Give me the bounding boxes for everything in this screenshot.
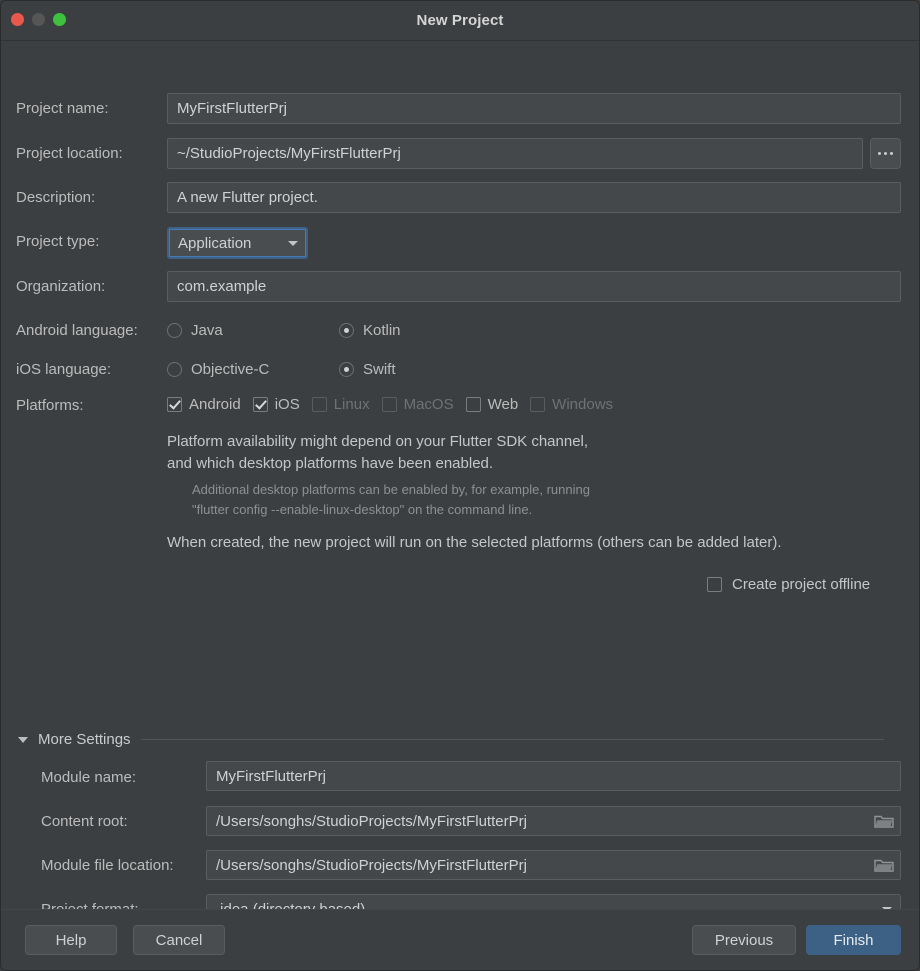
dialog-footer: Help Cancel Previous Finish	[0, 909, 920, 971]
more-settings-title: More Settings	[38, 731, 131, 748]
window-title: New Project	[416, 11, 504, 29]
title-bar: New Project	[0, 0, 920, 41]
finish-button[interactable]: Finish	[806, 925, 901, 955]
radio-selected-icon	[339, 362, 354, 377]
radio-label: Java	[191, 322, 223, 339]
folder-icon[interactable]	[874, 857, 894, 873]
radio-selected-icon	[339, 323, 354, 338]
radio-android-java[interactable]: Java	[167, 322, 223, 339]
close-button[interactable]	[11, 13, 24, 26]
more-settings-header[interactable]: More Settings	[18, 731, 902, 748]
project-type-select[interactable]: Application	[167, 227, 308, 259]
checkbox-label: MacOS	[403, 396, 454, 413]
checkbox-icon	[381, 397, 397, 412]
module-file-location-label: Module file location:	[41, 857, 174, 874]
organization-value: com.example	[177, 278, 267, 295]
description-label: Description:	[16, 189, 96, 206]
section-divider	[140, 739, 884, 740]
platforms-group: Android iOS Linux MacOS Web Windows	[167, 396, 613, 413]
checkbox-label: Android	[189, 396, 241, 413]
checkbox-platform-web[interactable]: Web	[465, 396, 519, 413]
radio-android-kotlin[interactable]: Kotlin	[339, 322, 401, 339]
organization-input[interactable]: com.example	[167, 271, 901, 302]
content-root-value: /Users/songhs/StudioProjects/MyFirstFlut…	[216, 812, 527, 830]
radio-label: Objective-C	[191, 361, 270, 378]
radio-ios-objective-c[interactable]: Objective-C	[167, 361, 269, 378]
checkbox-checked-icon	[252, 397, 268, 412]
new-project-dialog: New Project Project name: MyFirstFlutter…	[0, 0, 920, 971]
checkbox-icon	[707, 577, 722, 592]
project-name-input[interactable]: MyFirstFlutterPrj	[167, 93, 901, 124]
module-file-location-input[interactable]: /Users/songhs/StudioProjects/MyFirstFlut…	[206, 850, 901, 880]
checkbox-label: iOS	[274, 396, 300, 413]
cancel-button[interactable]: Cancel	[133, 925, 225, 955]
content-root-input[interactable]: /Users/songhs/StudioProjects/MyFirstFlut…	[206, 806, 901, 836]
window-controls	[11, 13, 66, 26]
chevron-down-icon	[288, 240, 298, 246]
checkbox-label: Windows	[552, 396, 614, 413]
checkbox-label: Web	[487, 396, 519, 413]
checkbox-platform-macos: MacOS	[381, 396, 454, 413]
project-location-label: Project location:	[16, 145, 123, 162]
platform-availability-note: Platform availability might depend on yo…	[167, 433, 589, 472]
checkbox-create-project-offline[interactable]: Create project offline	[707, 576, 870, 593]
project-name-label: Project name:	[16, 100, 109, 117]
checkbox-icon	[465, 397, 481, 412]
dialog-body: Project name: MyFirstFlutterPrj Project …	[0, 41, 920, 925]
project-type-label: Project type:	[16, 233, 100, 250]
radio-icon	[167, 323, 182, 338]
minimize-button[interactable]	[32, 13, 45, 26]
module-file-location-value: /Users/songhs/StudioProjects/MyFirstFlut…	[216, 856, 527, 874]
desktop-platform-hint: Additional desktop platforms can be enab…	[192, 482, 590, 517]
help-button[interactable]: Help	[25, 925, 117, 955]
checkbox-checked-icon	[167, 397, 182, 412]
android-language-label: Android language:	[16, 322, 138, 339]
maximize-button[interactable]	[53, 13, 66, 26]
checkbox-label: Linux	[333, 396, 370, 413]
platforms-label: Platforms:	[16, 397, 84, 414]
ellipsis-icon	[884, 152, 887, 155]
browse-location-button[interactable]	[870, 138, 901, 169]
description-value: A new Flutter project.	[177, 189, 318, 206]
ios-language-label: iOS language:	[16, 361, 112, 378]
project-type-value: Application	[178, 234, 252, 252]
folder-icon[interactable]	[874, 813, 894, 829]
description-input[interactable]: A new Flutter project.	[167, 182, 901, 213]
project-location-value: ~/StudioProjects/MyFirstFlutterPrj	[177, 145, 401, 162]
content-root-label: Content root:	[41, 813, 128, 830]
when-created-note: When created, the new project will run o…	[167, 534, 782, 551]
project-location-input[interactable]: ~/StudioProjects/MyFirstFlutterPrj	[167, 138, 863, 169]
checkbox-icon	[311, 397, 327, 412]
checkbox-label: Create project offline	[732, 576, 871, 593]
checkbox-platform-ios[interactable]: iOS	[252, 396, 300, 413]
checkbox-platform-windows: Windows	[530, 396, 613, 413]
chevron-down-icon	[18, 736, 28, 743]
radio-icon	[167, 362, 182, 377]
checkbox-platform-linux: Linux	[311, 396, 370, 413]
radio-ios-swift[interactable]: Swift	[339, 361, 396, 378]
project-name-value: MyFirstFlutterPrj	[177, 100, 287, 117]
radio-label: Kotlin	[363, 322, 401, 339]
organization-label: Organization:	[16, 278, 106, 295]
checkbox-platform-android[interactable]: Android	[167, 396, 241, 413]
module-name-value: MyFirstFlutterPrj	[216, 767, 326, 785]
module-name-label: Module name:	[41, 769, 137, 786]
ellipsis-icon	[878, 152, 881, 155]
radio-label: Swift	[363, 361, 396, 378]
module-name-input[interactable]: MyFirstFlutterPrj	[206, 761, 901, 791]
previous-button[interactable]: Previous	[692, 925, 796, 955]
checkbox-icon	[530, 397, 546, 412]
ellipsis-icon	[890, 152, 893, 155]
